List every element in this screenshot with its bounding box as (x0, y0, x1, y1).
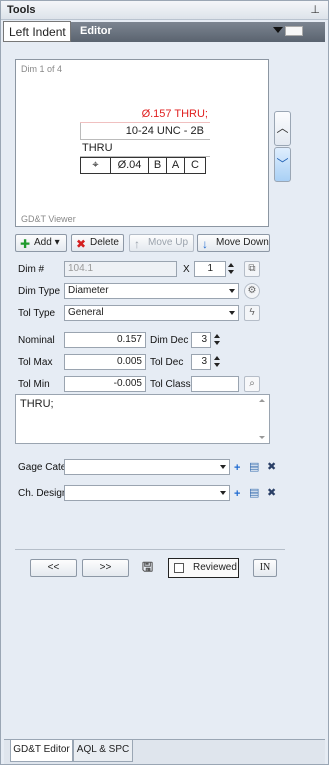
copy-icon[interactable]: ⧉ (244, 261, 260, 277)
dim-counter: Dim 1 of 4 (21, 64, 63, 74)
tol-class-field[interactable] (191, 376, 239, 392)
pin-icon[interactable]: ⊥ (310, 3, 320, 16)
remove-x-icon[interactable]: ✖ (267, 487, 276, 499)
tools-panel: Tools ⊥ Editor Left Indent Dim 1 of 4 Ø.… (0, 0, 329, 765)
callout-line-1: Ø.157 THRU; (80, 106, 210, 123)
next-dim-down-icon[interactable]: ﹀ (274, 147, 291, 182)
callout-line-2: 10-24 UNC - 2B (80, 123, 210, 140)
move-down-label: Move Down (216, 237, 269, 248)
delete-label: Delete (90, 237, 119, 248)
fcf-tolerance: Ø.04 (111, 158, 149, 173)
chevron-down-icon (229, 289, 235, 293)
remove-x-icon[interactable]: ✖ (267, 461, 276, 473)
dropdown-arrow-icon[interactable] (273, 27, 283, 33)
tools-title-bar: Tools ⊥ (1, 1, 328, 20)
dim-type-label: Dim Type (18, 286, 61, 297)
position-symbol-icon: ⌖ (81, 158, 111, 173)
feature-control-frame: ⌖ Ø.04 B A C (80, 157, 206, 174)
gdt-viewer: Dim 1 of 4 Ø.157 THRU; 10-24 UNC - 2B TH… (15, 59, 269, 227)
dim-dec-field[interactable]: 3 (191, 332, 211, 348)
reviewed-label: Reviewed (193, 562, 237, 573)
tab-aql-spc[interactable]: AQL & SPC (73, 740, 133, 762)
arrow-down-icon: ↓ (202, 237, 208, 251)
add-button[interactable]: ✚ Add ▾ (15, 234, 67, 252)
tol-dec-stepper[interactable] (213, 354, 222, 370)
dim-no-field[interactable]: 104.1 (64, 261, 177, 277)
chevron-down-icon (229, 311, 235, 315)
next-button[interactable]: >> (82, 559, 129, 577)
scroll-down-icon[interactable] (259, 436, 265, 439)
prev-button[interactable]: << (30, 559, 77, 577)
tol-type-select[interactable]: General (64, 305, 239, 321)
plus-icon[interactable]: + (234, 488, 240, 500)
quantity-stepper[interactable] (227, 261, 236, 277)
tol-max-field[interactable]: 0.005 (64, 354, 146, 370)
chevron-down-icon (220, 465, 226, 469)
list-icon[interactable]: ▤ (249, 461, 259, 473)
plus-icon[interactable]: + (234, 462, 240, 474)
move-down-button[interactable]: ↓ Move Down (197, 234, 270, 252)
nominal-field[interactable]: 0.157 (64, 332, 146, 348)
lightning-icon[interactable]: ϟ (244, 305, 260, 321)
gdt-callout: Ø.157 THRU; 10-24 UNC - 2B THRU ⌖ Ø.04 B… (80, 106, 210, 174)
nominal-label: Nominal (18, 335, 55, 346)
close-icon[interactable] (285, 26, 303, 36)
bottom-tab-strip: GD&T Editor AQL & SPC (4, 739, 325, 764)
tooltip-left-indent: Left Indent (3, 21, 71, 42)
chevron-down-icon (220, 491, 226, 495)
quantity-field[interactable]: 1 (194, 261, 226, 277)
arrow-up-icon: ↑ (134, 237, 140, 251)
move-up-button[interactable]: ↑ Move Up (129, 234, 194, 252)
panel-title: Tools (7, 4, 36, 16)
tol-min-label: Tol Min (18, 379, 50, 390)
list-icon[interactable]: ▤ (249, 487, 259, 499)
fcf-datum-b: B (149, 158, 167, 173)
add-label: Add (34, 237, 52, 248)
tol-min-field[interactable]: -0.005 (64, 376, 146, 392)
tol-class-label: Tol Class (150, 379, 191, 390)
move-up-label: Move Up (148, 237, 189, 248)
separator (15, 549, 285, 550)
callout-line-3: THRU (80, 140, 210, 157)
dim-dec-stepper[interactable] (213, 332, 222, 348)
reviewed-checkbox[interactable]: Reviewed (168, 558, 239, 578)
delete-x-icon: ✖ (76, 237, 87, 251)
fcf-datum-c: C (191, 159, 199, 171)
editor-title: Editor (80, 25, 112, 37)
viewer-label: GD&T Viewer (21, 214, 76, 224)
gear-icon[interactable]: ⚙ (244, 283, 260, 299)
delete-button[interactable]: ✖ Delete (71, 234, 124, 252)
scroll-up-icon[interactable] (259, 399, 265, 402)
dim-type-select[interactable]: Diameter (64, 283, 239, 299)
tol-dec-field[interactable]: 3 (191, 354, 211, 370)
tol-type-label: Tol Type (18, 308, 56, 319)
dim-no-label: Dim # (18, 264, 45, 275)
gage-category-select[interactable] (64, 459, 230, 475)
tab-gdt-editor[interactable]: GD&T Editor (10, 740, 73, 762)
notes-text: THRU; (20, 398, 54, 410)
dim-type-value: Diameter (68, 285, 109, 296)
search-icon[interactable]: ⌕ (244, 376, 260, 392)
save-icon[interactable]: 🖫 (142, 560, 153, 573)
tol-type-value: General (68, 307, 104, 318)
x-label: X (183, 264, 190, 275)
tol-max-label: Tol Max (18, 357, 53, 368)
notes-textarea[interactable]: THRU; (15, 394, 270, 444)
units-button[interactable]: IN (253, 559, 277, 577)
tol-dec-label: Tol Dec (150, 357, 184, 368)
ch-designator-select[interactable] (64, 485, 230, 501)
dim-dec-label: Dim Dec (150, 335, 189, 346)
checkbox-icon (174, 563, 184, 573)
fcf-datum-a: A (167, 158, 185, 173)
prev-dim-up-icon[interactable]: ︿ (274, 111, 291, 146)
plus-icon: ✚ (20, 237, 31, 251)
